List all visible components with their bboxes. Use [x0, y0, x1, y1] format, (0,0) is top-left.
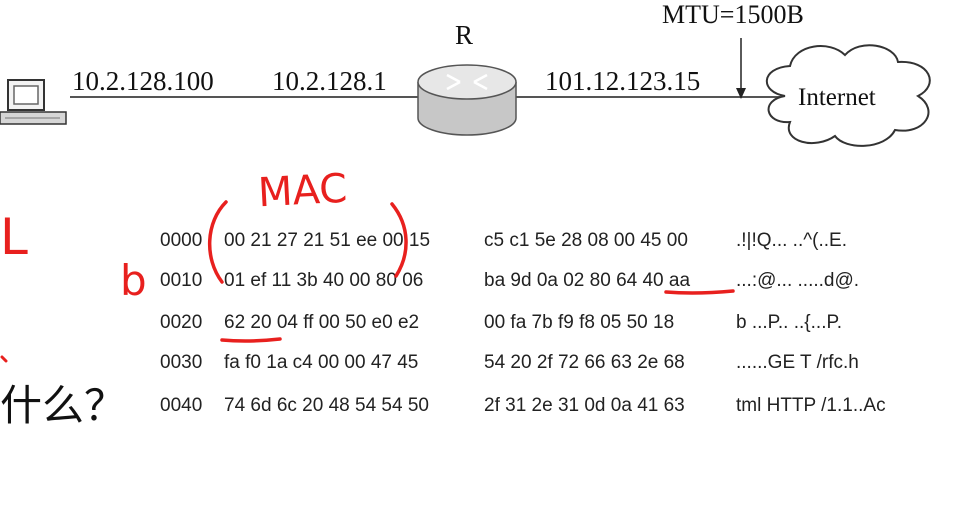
handwriting-marks [0, 200, 735, 363]
right-paren-mark [390, 202, 408, 278]
dot-mark [0, 355, 8, 363]
underline-mark [664, 289, 735, 295]
left-paren-mark [208, 200, 228, 284]
underline-mark [220, 337, 282, 343]
